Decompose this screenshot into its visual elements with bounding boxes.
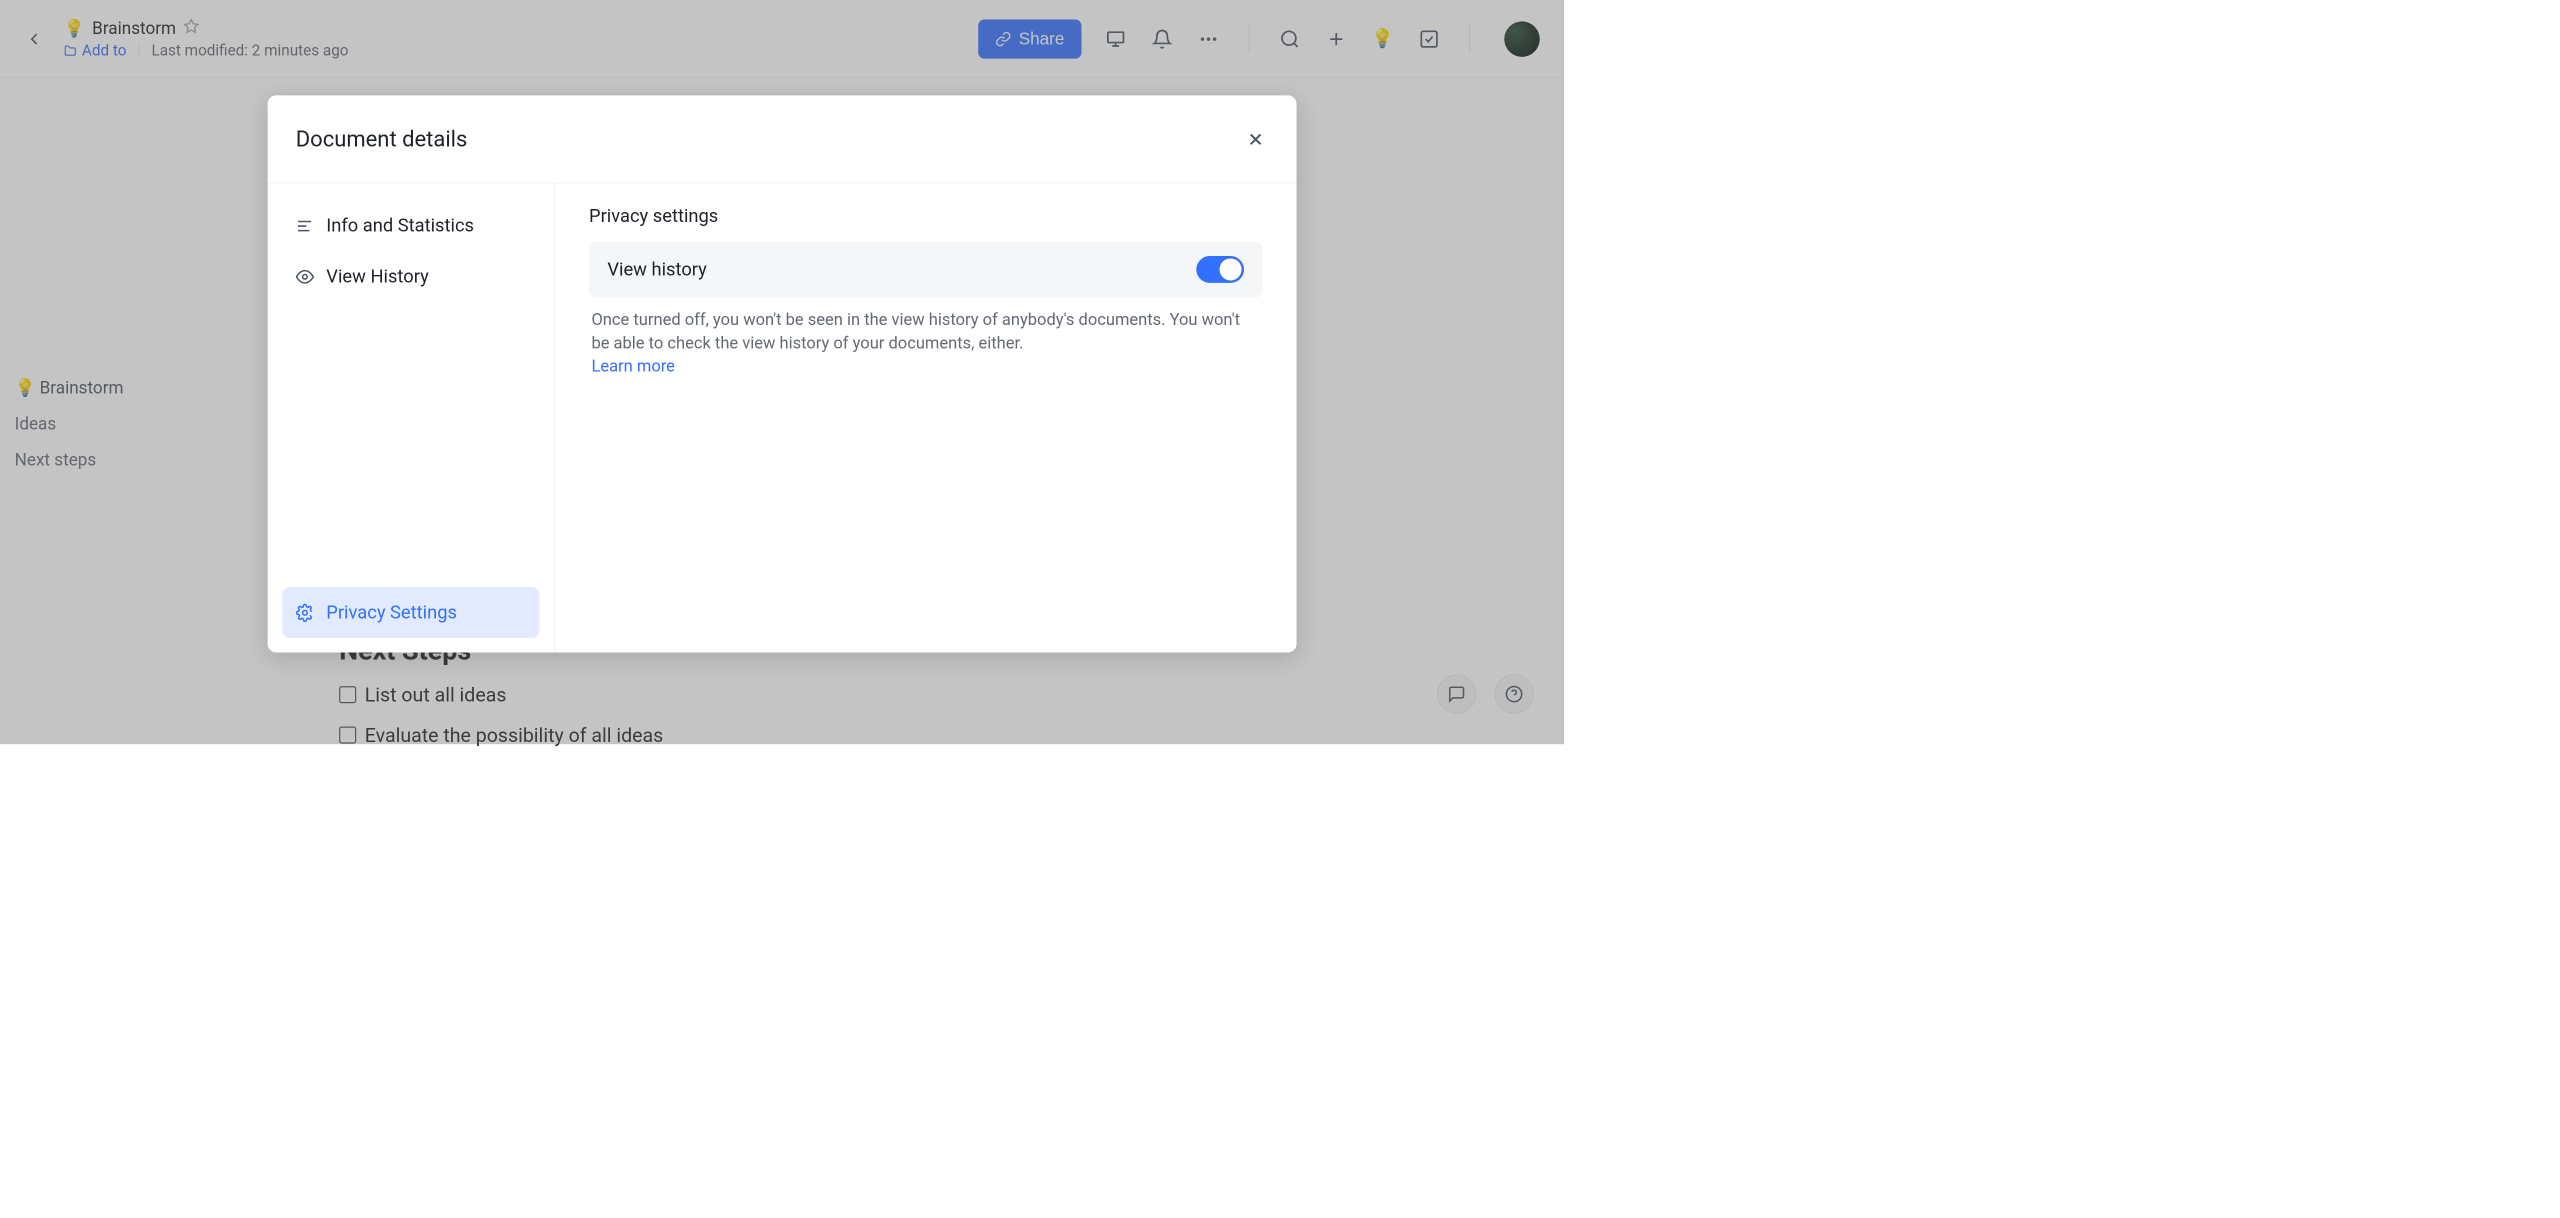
setting-view-history: View history	[589, 241, 1262, 297]
list-icon	[296, 217, 314, 235]
document-details-modal: Document details Info and Statistics Vie…	[268, 95, 1297, 652]
close-icon	[1246, 129, 1266, 149]
setting-label: View history	[607, 259, 707, 280]
close-button[interactable]	[1243, 126, 1269, 152]
modal-content: Privacy settings View history Once turne…	[555, 183, 1297, 652]
modal-overlay[interactable]: Document details Info and Statistics Vie…	[0, 0, 1564, 744]
content-heading: Privacy settings	[589, 205, 1262, 226]
learn-more-link[interactable]: Learn more	[591, 356, 674, 376]
nav-item-label: Info and Statistics	[326, 215, 474, 236]
nav-item-privacy-settings[interactable]: Privacy Settings	[282, 587, 539, 638]
view-history-toggle[interactable]	[1196, 256, 1244, 283]
nav-item-view-history[interactable]: View History	[282, 251, 539, 302]
modal-title: Document details	[296, 126, 468, 152]
setting-description: Once turned off, you won't be seen in th…	[589, 309, 1262, 378]
eye-icon	[296, 267, 314, 285]
gear-icon	[296, 603, 314, 621]
nav-item-label: Privacy Settings	[326, 602, 457, 623]
nav-item-label: View History	[326, 266, 428, 287]
nav-item-info-statistics[interactable]: Info and Statistics	[282, 200, 539, 251]
toggle-knob	[1220, 258, 1242, 280]
description-text: Once turned off, you won't be seen in th…	[591, 310, 1240, 353]
body-area: 💡 Brainstorm Ideas Next steps Next Steps…	[0, 78, 1564, 744]
modal-header: Document details	[268, 95, 1297, 183]
modal-sidebar-nav: Info and Statistics View History Privacy…	[268, 183, 555, 652]
